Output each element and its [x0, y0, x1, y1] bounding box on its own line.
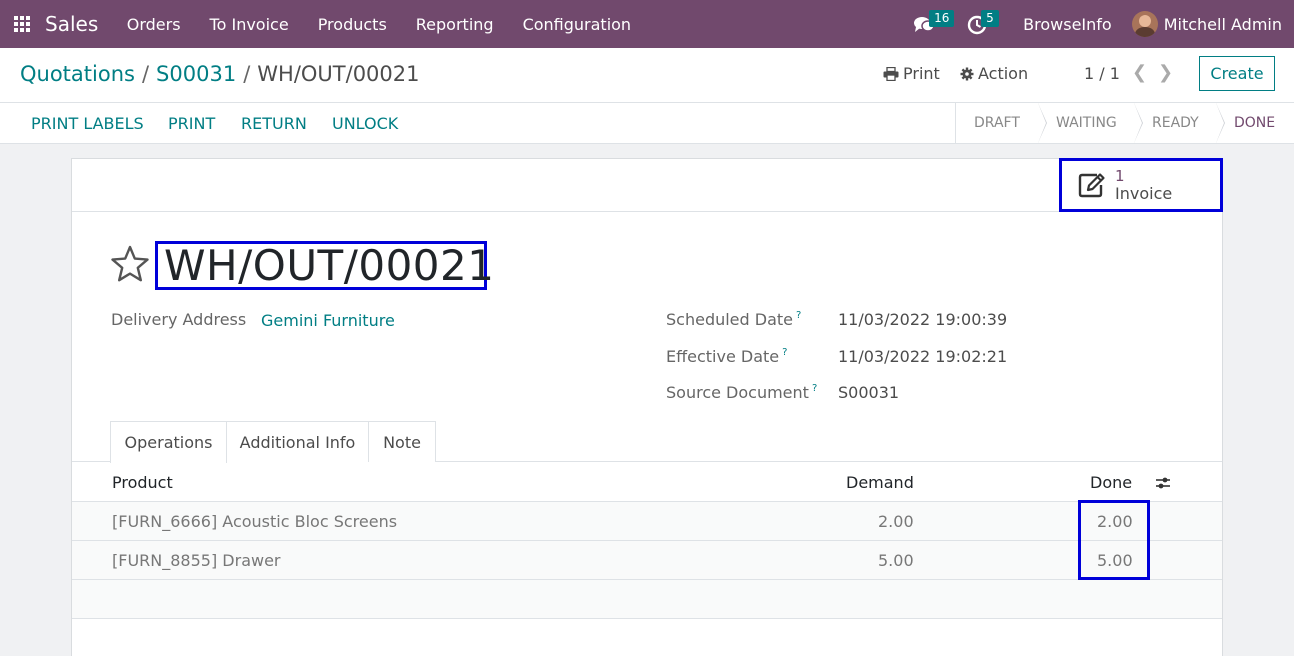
status-step-ready: READY — [1134, 103, 1225, 143]
record-title: WH/OUT/00021 — [155, 241, 494, 290]
gear-icon — [960, 67, 974, 80]
menu-configuration[interactable]: Configuration — [508, 15, 646, 34]
tab-note[interactable]: Note — [368, 421, 436, 462]
menu-to-invoice[interactable]: To Invoice — [195, 15, 303, 34]
activities-button[interactable]: 5 — [957, 0, 1007, 48]
print-button[interactable]: PRINT — [168, 114, 215, 133]
scheduled-date-value: 11/03/2022 19:00:39 — [838, 310, 1008, 329]
unlock-button[interactable]: UNLOCK — [332, 114, 398, 133]
breadcrumb: Quotations / S00031 / WH/OUT/00021 — [20, 62, 420, 86]
company-switcher[interactable]: BrowseInfo — [1007, 0, 1122, 48]
delivery-address-value[interactable]: Gemini Furniture — [261, 311, 395, 330]
breadcrumb-order[interactable]: S00031 — [156, 62, 236, 86]
invoice-label: Invoice — [1115, 184, 1173, 203]
status-step-draft: DRAFT — [956, 103, 1047, 143]
print-dropdown[interactable]: Print — [883, 64, 940, 83]
status-step-waiting: WAITING — [1038, 103, 1143, 143]
app-name[interactable]: Sales — [45, 12, 98, 36]
row-product: [FURN_6666] Acoustic Bloc Screens — [112, 512, 398, 531]
create-button[interactable]: Create — [1199, 56, 1275, 91]
edit-icon — [1078, 170, 1108, 200]
pager-value[interactable]: 1 / 1 — [1084, 64, 1120, 83]
user-name: Mitchell Admin — [1163, 14, 1282, 34]
column-demand[interactable]: Demand — [846, 473, 914, 492]
chevron-left-icon[interactable]: ❮ — [1132, 62, 1147, 83]
tab-operations[interactable]: Operations — [110, 421, 227, 463]
notebook-tabs: Operations Additional Info Note — [72, 421, 1222, 463]
printer-icon — [883, 66, 899, 81]
table-header: Product Demand Done — [72, 462, 1222, 502]
column-settings-icon[interactable] — [1155, 476, 1171, 490]
activities-badge: 5 — [981, 10, 999, 27]
button-box: 1 Invoice — [72, 158, 1223, 212]
table-row[interactable]: [FURN_8855] Drawer 5.00 5.00 — [72, 541, 1222, 580]
row-demand: 5.00 — [878, 551, 914, 570]
invoice-smart-button[interactable]: 1 Invoice — [1059, 158, 1223, 212]
avatar — [1131, 11, 1158, 37]
invoice-count: 1 — [1115, 167, 1125, 185]
effective-date-label: Effective Date? — [666, 347, 788, 366]
user-menu[interactable]: Mitchell Admin — [1122, 0, 1294, 48]
top-navbar: Sales Orders To Invoice Products Reporti… — [0, 0, 1294, 48]
done-column-highlight — [1078, 500, 1150, 580]
table-row[interactable]: [FURN_6666] Acoustic Bloc Screens 2.00 2… — [72, 502, 1222, 541]
print-labels-button[interactable]: PRINT LABELS — [31, 114, 144, 133]
menu-reporting[interactable]: Reporting — [401, 15, 508, 34]
star-icon[interactable] — [110, 245, 150, 283]
status-bar: PRINT LABELS PRINT RETURN UNLOCK DRAFT W… — [0, 103, 1294, 144]
print-label: Print — [903, 64, 940, 83]
status-step-done: DONE — [1234, 115, 1276, 131]
action-label: Action — [978, 64, 1029, 83]
empty-row — [72, 580, 1222, 619]
messages-badge: 16 — [929, 10, 955, 27]
column-done[interactable]: Done — [1090, 473, 1132, 492]
return-button[interactable]: RETURN — [241, 114, 307, 133]
action-dropdown[interactable]: Action — [960, 64, 1028, 83]
breadcrumb-separator: / — [141, 62, 150, 86]
menu-orders[interactable]: Orders — [112, 15, 195, 34]
row-demand: 2.00 — [878, 512, 914, 531]
delivery-address-label: Delivery Address — [111, 310, 247, 329]
control-panel: Quotations / S00031 / WH/OUT/00021 Print… — [0, 48, 1294, 103]
form-sheet: 1 Invoice WH/OUT/00021 Delivery Address … — [71, 158, 1223, 656]
breadcrumb-current: WH/OUT/00021 — [257, 62, 420, 86]
chevron-right-icon[interactable]: ❯ — [1158, 62, 1173, 83]
menu-products[interactable]: Products — [303, 15, 401, 34]
messages-button[interactable]: 16 — [905, 0, 957, 48]
source-document-value: S00031 — [838, 383, 900, 402]
column-product[interactable]: Product — [112, 473, 173, 492]
scheduled-date-label: Scheduled Date? — [666, 310, 802, 329]
breadcrumb-quotations[interactable]: Quotations — [20, 62, 135, 86]
source-document-label: Source Document? — [666, 383, 818, 402]
breadcrumb-separator: / — [243, 62, 251, 86]
effective-date-value: 11/03/2022 19:02:21 — [838, 347, 1008, 366]
tab-additional-info[interactable]: Additional Info — [226, 421, 369, 462]
status-pipeline: DRAFT WAITING READY DONE — [955, 103, 1294, 143]
row-product: [FURN_8855] Drawer — [112, 551, 281, 570]
apps-menu-icon[interactable] — [0, 0, 44, 48]
